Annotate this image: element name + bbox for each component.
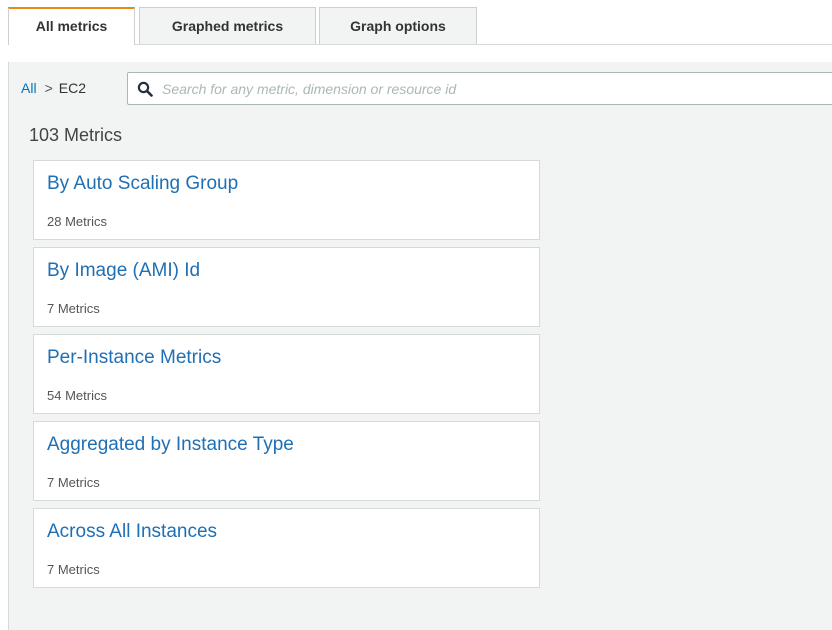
breadcrumb-all-link[interactable]: All xyxy=(21,80,37,96)
search-icon xyxy=(137,81,153,97)
category-metric-count: 28 Metrics xyxy=(47,214,107,229)
metrics-count: 103 Metrics xyxy=(29,125,123,145)
category-card-auto-scaling-group[interactable]: By Auto Scaling Group 28 Metrics xyxy=(33,160,540,240)
breadcrumb-separator: > xyxy=(44,80,53,96)
category-title[interactable]: By Image (AMI) Id xyxy=(47,260,200,282)
breadcrumb-current: EC2 xyxy=(58,80,86,96)
tab-graphed-metrics[interactable]: Graphed metrics xyxy=(139,7,316,44)
category-card-all-instances[interactable]: Across All Instances 7 Metrics xyxy=(33,508,540,588)
category-metric-count: 7 Metrics xyxy=(47,475,100,490)
metric-category-list: By Auto Scaling Group 28 Metrics By Imag… xyxy=(33,160,540,595)
category-title[interactable]: Aggregated by Instance Type xyxy=(47,434,294,456)
category-title[interactable]: Across All Instances xyxy=(47,521,217,543)
tab-all-metrics[interactable]: All metrics xyxy=(8,7,135,45)
breadcrumb: All > EC2 xyxy=(21,80,86,96)
category-metric-count: 7 Metrics xyxy=(47,562,100,577)
search-input[interactable] xyxy=(162,74,832,103)
search-box[interactable] xyxy=(127,72,832,105)
category-metric-count: 7 Metrics xyxy=(47,301,100,316)
tab-graph-options[interactable]: Graph options xyxy=(319,7,477,44)
tab-bar: All metrics Graphed metrics Graph option… xyxy=(0,0,832,45)
category-metric-count: 54 Metrics xyxy=(47,388,107,403)
category-card-instance-type[interactable]: Aggregated by Instance Type 7 Metrics xyxy=(33,421,540,501)
metrics-panel: All > EC2 103 Metrics By Auto Scaling Grou… xyxy=(8,62,832,630)
category-title[interactable]: By Auto Scaling Group xyxy=(47,173,238,195)
category-card-per-instance[interactable]: Per-Instance Metrics 54 Metrics xyxy=(33,334,540,414)
category-title[interactable]: Per-Instance Metrics xyxy=(47,347,221,369)
category-card-image-ami-id[interactable]: By Image (AMI) Id 7 Metrics xyxy=(33,247,540,327)
